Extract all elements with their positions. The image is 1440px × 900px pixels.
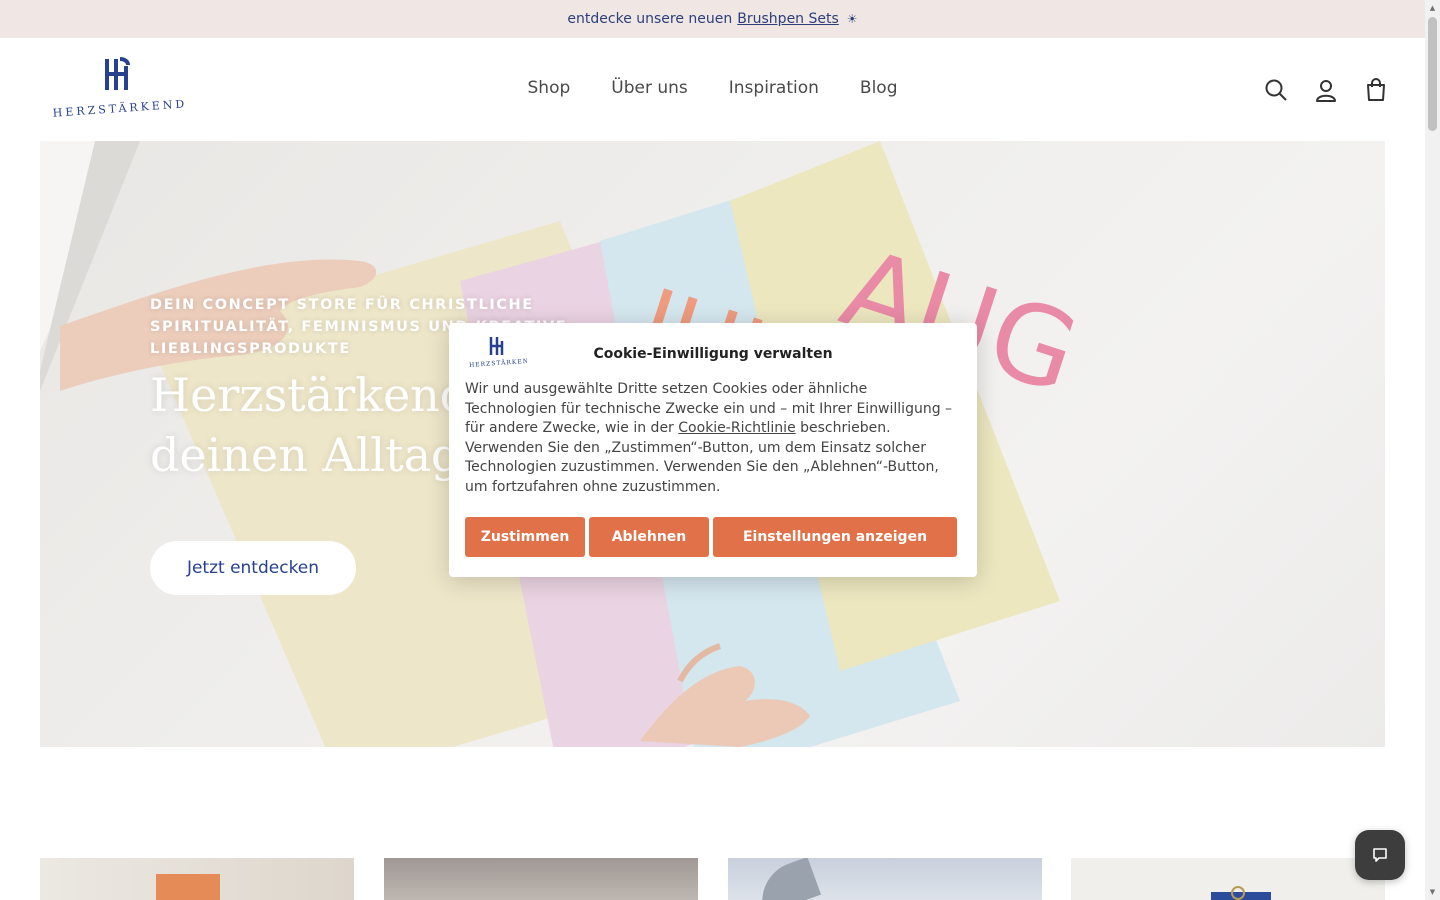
account-icon[interactable] <box>1314 78 1338 102</box>
main-nav: Shop Über uns Inspiration Blog <box>0 78 1425 98</box>
cookie-text: Wir und ausgewählte Dritte setzen Cookie… <box>465 380 961 498</box>
site-header: HERZSTÄRKEND Shop Über uns Inspiration B… <box>0 38 1425 141</box>
cookie-policy-link[interactable]: Cookie-Richtlinie <box>678 420 795 436</box>
product-tile[interactable] <box>384 858 698 900</box>
reject-button[interactable]: Ablehnen <box>589 517 709 557</box>
product-tile[interactable] <box>1071 858 1385 900</box>
cookie-buttons: Zustimmen Ablehnen Einstellungen anzeige… <box>465 517 957 557</box>
cookie-consent-dialog: HERZSTÄRKEND Cookie-Einwilligung verwalt… <box>449 323 977 577</box>
nav-item-about[interactable]: Über uns <box>611 78 688 98</box>
scroll-thumb[interactable] <box>1428 17 1437 131</box>
nav-item-inspiration[interactable]: Inspiration <box>729 78 819 98</box>
accept-button[interactable]: Zustimmen <box>465 517 585 557</box>
header-icons <box>1264 78 1388 102</box>
announcement-bar: entdecke unsere neuen Brushpen Sets ☀ <box>0 0 1425 38</box>
chat-icon <box>1373 848 1387 862</box>
nav-item-blog[interactable]: Blog <box>860 78 898 98</box>
chat-button[interactable] <box>1355 830 1405 880</box>
product-image <box>750 858 822 900</box>
hero-cta-button[interactable]: Jetzt entdecken <box>150 541 356 595</box>
sun-icon: ☀ <box>846 12 858 26</box>
product-tile[interactable] <box>40 858 354 900</box>
announcement-text: entdecke unsere neuen <box>567 11 733 27</box>
settings-button[interactable]: Einstellungen anzeigen <box>713 517 957 557</box>
product-image <box>156 874 220 900</box>
scroll-down-arrow-icon[interactable]: ▼ <box>1428 888 1437 896</box>
cookie-title: Cookie-Einwilligung verwalten <box>593 346 833 362</box>
scroll-up-arrow-icon[interactable]: ▲ <box>1428 4 1437 12</box>
cart-icon[interactable] <box>1364 78 1388 102</box>
product-tile[interactable] <box>728 858 1042 900</box>
announcement-link[interactable]: Brushpen Sets <box>737 11 839 27</box>
scrollbar[interactable]: ▲ ▼ <box>1425 0 1440 900</box>
logo-text: HERZSTÄRKEND <box>52 97 188 120</box>
nav-item-shop[interactable]: Shop <box>528 78 571 98</box>
clip-icon <box>1231 886 1245 900</box>
search-icon[interactable] <box>1264 78 1288 102</box>
